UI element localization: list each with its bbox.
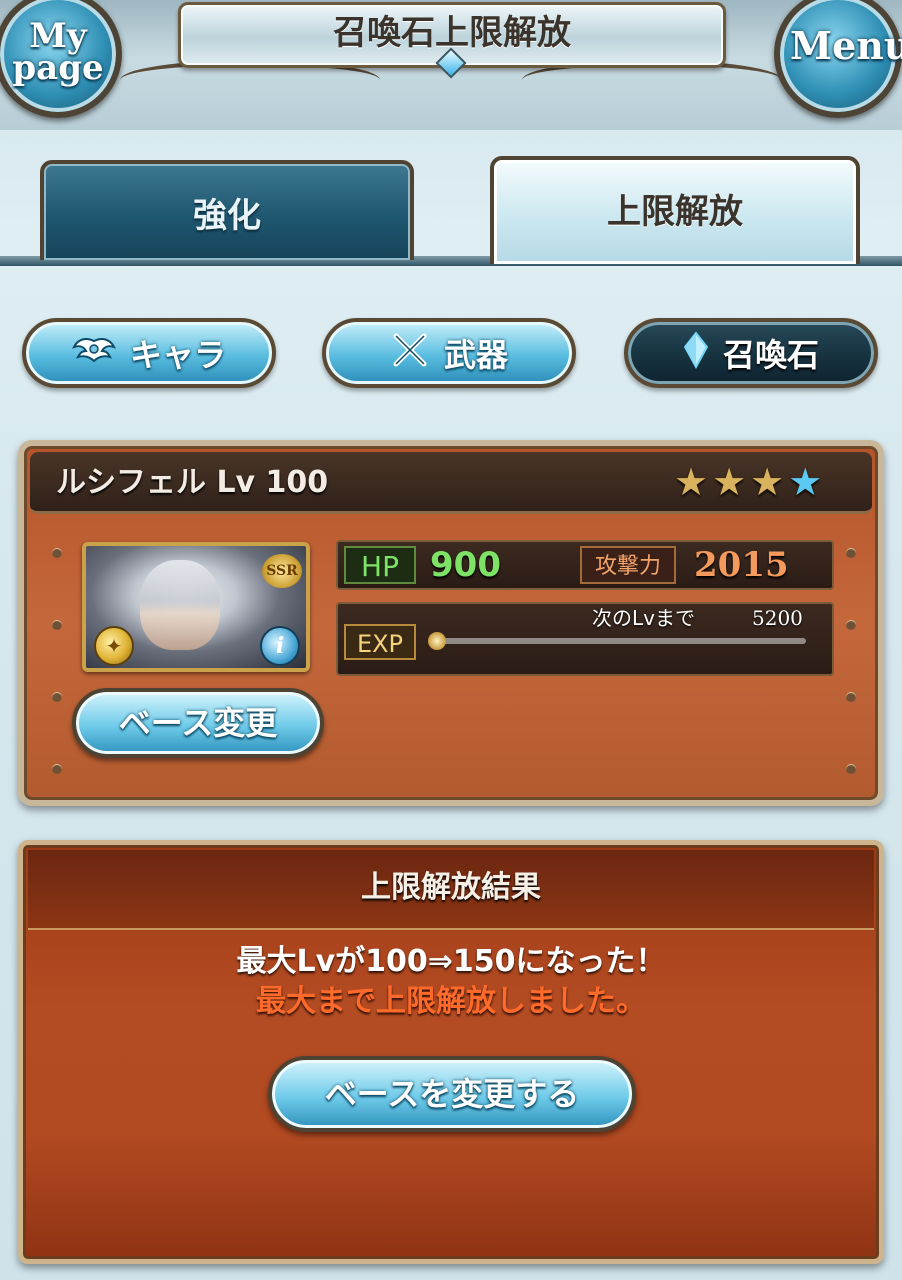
exp-progress-track bbox=[434, 638, 806, 644]
star-icon: ★ bbox=[750, 460, 785, 504]
uncap-stars: ★ ★ ★ ★ bbox=[674, 460, 822, 504]
info-icon[interactable]: i bbox=[260, 626, 300, 666]
rivet-decoration bbox=[846, 764, 856, 774]
next-level-exp-value: 5200 bbox=[752, 606, 803, 630]
star-icon: ★ bbox=[712, 460, 747, 504]
rivet-decoration bbox=[846, 620, 856, 630]
rarity-badge: SSR bbox=[262, 554, 302, 588]
change-base-button[interactable]: ベースを変更する bbox=[268, 1056, 636, 1132]
base-change-label: ベース変更 bbox=[118, 704, 278, 742]
hp-value: 900 bbox=[430, 545, 501, 585]
attack-label: 攻撃力 bbox=[580, 546, 676, 584]
tab-enhance[interactable]: 強化 bbox=[40, 160, 414, 260]
crystal-icon bbox=[683, 331, 709, 375]
rivet-decoration bbox=[52, 692, 62, 702]
mypage-label-line2: page bbox=[12, 48, 104, 88]
rivet-decoration bbox=[52, 620, 62, 630]
next-level-label: 次のLvまで bbox=[592, 606, 695, 630]
result-message-level: 最大Lvが100⇒150になった！ bbox=[236, 944, 666, 979]
rivet-decoration bbox=[846, 692, 856, 702]
crossed-swords-icon bbox=[390, 332, 430, 374]
portrait-character-figure bbox=[140, 560, 220, 650]
attack-value: 2015 bbox=[694, 545, 789, 585]
rivet-decoration bbox=[52, 764, 62, 774]
category-weapon-label: 武器 bbox=[443, 336, 508, 374]
rivet-decoration bbox=[846, 548, 856, 558]
tab-uncap[interactable]: 上限解放 bbox=[490, 156, 860, 264]
wing-emblem-icon bbox=[72, 335, 116, 371]
summon-name-level: ルシフェル Lv 100 bbox=[56, 465, 329, 500]
base-change-button[interactable]: ベース変更 bbox=[72, 688, 324, 758]
change-base-label: ベースを変更する bbox=[324, 1075, 580, 1113]
category-summon-label: 召喚石 bbox=[722, 336, 819, 374]
rivet-decoration bbox=[52, 548, 62, 558]
hp-label: HP bbox=[344, 546, 416, 584]
result-message-max-uncap: 最大まで上限解放しました。 bbox=[256, 984, 646, 1019]
category-character-button[interactable]: キャラ bbox=[22, 318, 276, 388]
exp-progress-marker bbox=[428, 632, 446, 650]
star-icon: ★ bbox=[788, 460, 823, 504]
result-title: 上限解放結果 bbox=[361, 870, 541, 905]
category-weapon-button[interactable]: 武器 bbox=[322, 318, 576, 388]
exp-label: EXP bbox=[344, 624, 416, 660]
category-character-label: キャラ bbox=[129, 336, 226, 374]
gold-medal-icon: ✦ bbox=[94, 626, 134, 666]
category-summon-button[interactable]: 召喚石 bbox=[624, 318, 878, 388]
tab-enhance-label: 強化 bbox=[193, 196, 261, 236]
star-icon: ★ bbox=[674, 460, 709, 504]
tab-uncap-label: 上限解放 bbox=[607, 192, 743, 232]
menu-label: Menu bbox=[790, 23, 902, 68]
